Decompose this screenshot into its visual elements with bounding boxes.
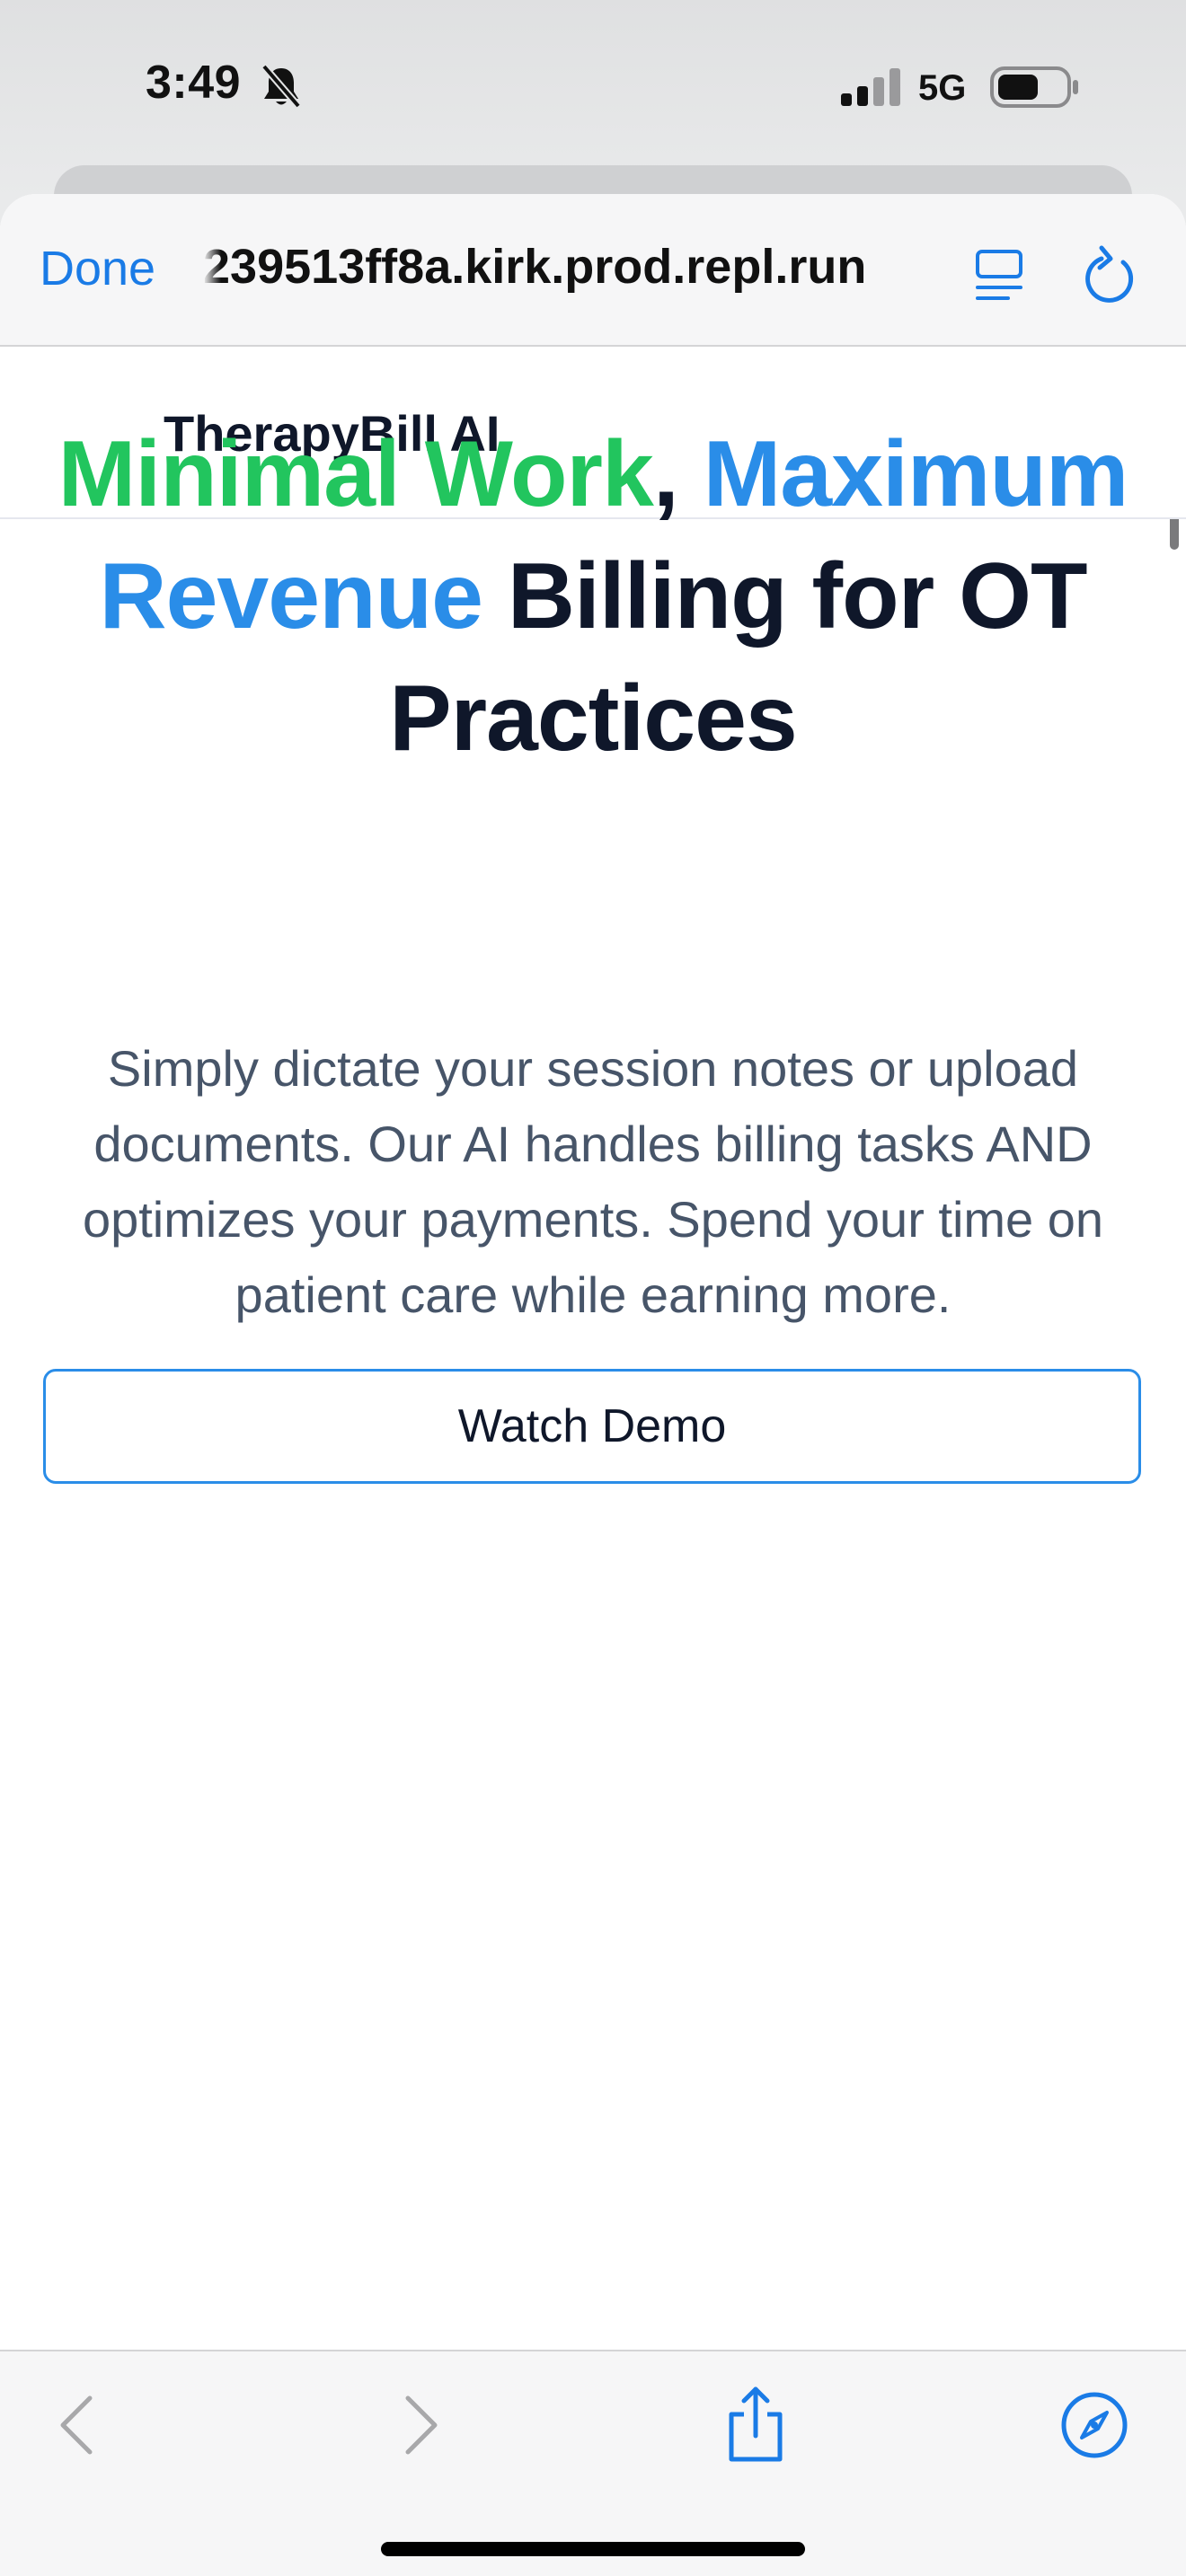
share-icon[interactable] <box>724 2384 787 2465</box>
reload-icon[interactable] <box>1082 243 1139 305</box>
browser-toolbar: Done 239513ff8a.kirk.prod.repl.run <box>0 194 1186 347</box>
bell-slash-icon <box>261 64 302 109</box>
back-icon[interactable] <box>54 2393 99 2457</box>
signal-icon <box>841 68 900 106</box>
done-button[interactable]: Done <box>40 241 155 296</box>
status-time: 3:49 <box>146 57 242 109</box>
network-label: 5G <box>918 68 967 108</box>
browser-bottom-toolbar <box>0 2350 1186 2576</box>
forward-icon[interactable] <box>399 2393 444 2457</box>
battery-icon <box>990 66 1078 108</box>
watch-demo-button[interactable]: Watch Demo <box>43 1369 1141 1484</box>
hero-comma: , <box>652 422 704 526</box>
hero-heading: Minimal Work, Maximum Revenue Billing fo… <box>36 413 1150 780</box>
hero-highlight-green: Minimal Work <box>58 422 654 526</box>
home-indicator <box>381 2542 805 2556</box>
compass-icon[interactable] <box>1060 2391 1128 2459</box>
reader-icon[interactable] <box>972 248 1026 305</box>
url-field[interactable]: 239513ff8a.kirk.prod.repl.run <box>203 239 940 302</box>
hero-subtext: Simply dictate your session notes or upl… <box>82 1040 1104 1323</box>
phone-screen: 3:49 5G Done 239513ff8a.kirk.prod.repl.r… <box>0 0 1186 2576</box>
url-fade <box>203 239 221 302</box>
hero-heading-rest: Billing for OT Practices <box>389 544 1087 771</box>
